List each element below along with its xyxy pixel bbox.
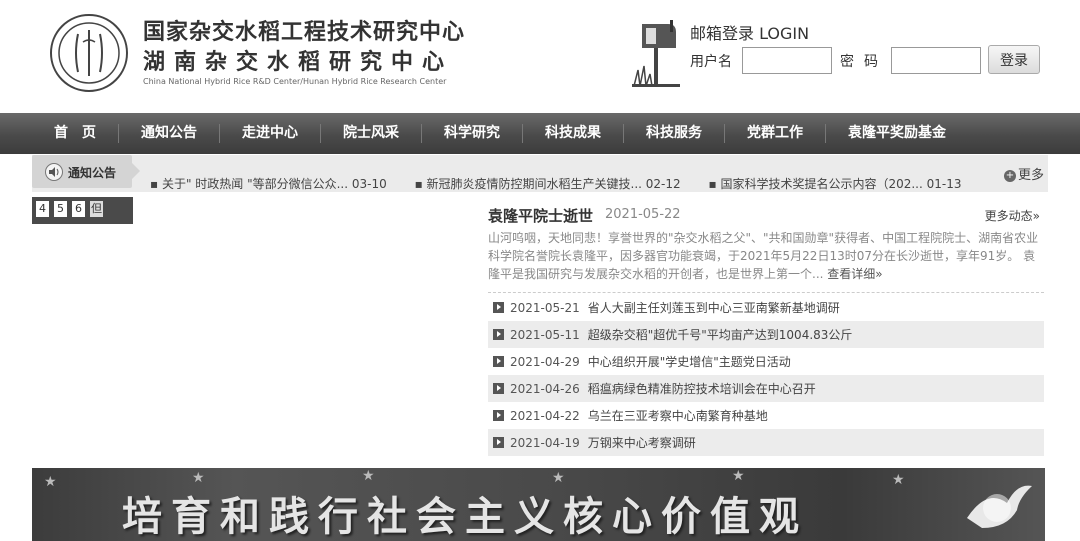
star-icon: ★ — [892, 472, 905, 488]
nav-notices[interactable]: 通知公告 — [119, 124, 220, 143]
nav-about[interactable]: 走进中心 — [220, 124, 321, 143]
more-news-link[interactable]: 更多动态» — [985, 207, 1040, 224]
play-arrow-icon — [493, 329, 504, 340]
news-row[interactable]: 2021-05-21 省人大副主任刘莲玉到中心三亚南繁新基地调研 — [488, 294, 1044, 321]
password-label: 密码 — [840, 54, 888, 70]
password-input[interactable] — [891, 47, 981, 74]
site-title-national: 国家杂交水稻工程技术研究中心 — [143, 20, 466, 45]
notice-item[interactable]: ▪ 国家科学技术奖提名公示内容（202... 01-13 — [709, 177, 974, 191]
news-title[interactable]: 乌兰在三亚考察中心南繁育种基地 — [588, 407, 768, 424]
core-values-banner[interactable]: ★ ★ ★ ★ ★ ★ 培育和践行社会主义核心价值观 — [32, 468, 1045, 541]
news-title[interactable]: 省人大副主任刘莲玉到中心三亚南繁新基地调研 — [588, 299, 840, 316]
notice-item-text[interactable]: 新冠肺炎疫情防控期间水稻生产关键技... 02-12 — [427, 177, 681, 191]
news-title[interactable]: 稻瘟病绿色精准防控技术培训会在中心召开 — [588, 380, 816, 397]
main-nav: 首 页 通知公告 走进中心 院士风采 科学研究 科技成果 科技服务 党群工作 袁… — [0, 113, 1080, 154]
star-icon: ★ — [732, 468, 745, 484]
news-date: 2021-04-19 — [510, 435, 580, 450]
notice-more-link[interactable]: + 更多 — [1003, 164, 1044, 183]
notice-item-text[interactable]: 国家科学技术奖提名公示内容（202... 01-13 — [720, 177, 961, 191]
username-input[interactable] — [742, 47, 832, 74]
notice-tab: 通知公告 — [32, 155, 132, 188]
star-icon: ★ — [362, 468, 375, 484]
news-separator — [488, 292, 1044, 293]
notice-more-label: 更多 — [1017, 168, 1044, 183]
login-button[interactable]: 登录 — [988, 45, 1040, 74]
news-title[interactable]: 超级杂交稻"超优千号"平均亩产达到1004.83公斤 — [588, 326, 853, 343]
username-label: 用户名 — [690, 54, 732, 70]
slide-page-button[interactable]: 5 — [54, 201, 67, 217]
news-date: 2021-04-29 — [510, 354, 580, 369]
dove-icon — [967, 485, 1032, 528]
nav-research[interactable]: 科学研究 — [422, 124, 523, 143]
nav-yuan-longping-fund[interactable]: 袁隆平奖励基金 — [826, 124, 968, 143]
notice-tab-arrow — [132, 163, 140, 179]
play-arrow-icon — [493, 356, 504, 367]
nav-services[interactable]: 科技服务 — [624, 124, 725, 143]
site-title-english: China National Hybrid Rice R&D Center/Hu… — [143, 77, 447, 86]
play-arrow-icon — [493, 383, 504, 394]
star-icon: ★ — [44, 474, 57, 490]
lead-news-detail-link[interactable]: 查看详细» — [827, 267, 882, 281]
news-date: 2021-05-11 — [510, 327, 580, 342]
notice-item-text[interactable]: 关于" 时政热闻 "等部分微信公众... 03-10 — [162, 177, 387, 191]
slide-page-button[interactable]: 但 — [90, 201, 103, 217]
nav-home[interactable]: 首 页 — [32, 124, 119, 143]
site-title-hunan: 湖南杂交水稻研究中心 — [143, 50, 454, 75]
lead-news-summary: 山河呜咽，天地同悲！享誉世界的"杂交水稻之父"、"共和国勋章"获得者、中国工程院… — [488, 229, 1044, 283]
notice-item[interactable]: ▪ 新冠肺炎疫情防控期间水稻生产关键技... 02-12 — [415, 177, 693, 191]
nav-achievements[interactable]: 科技成果 — [523, 124, 624, 143]
speaker-icon — [45, 163, 63, 181]
notice-bar: 通知公告 ▪ 关于" 时政热闻 "等部分微信公众... 03-10 ▪ 新冠肺炎… — [32, 155, 1048, 192]
mailbox-icon — [632, 20, 680, 87]
news-row[interactable]: 2021-05-11 超级杂交稻"超优千号"平均亩产达到1004.83公斤 — [488, 321, 1044, 348]
lead-news-date: 2021-05-22 — [605, 207, 681, 222]
news-row[interactable]: 2021-04-22 乌兰在三亚考察中心南繁育种基地 — [488, 402, 1044, 429]
news-title[interactable]: 万钢来中心考察调研 — [588, 434, 696, 451]
notice-item[interactable]: ▪ 关于" 时政热闻 "等部分微信公众... 03-10 — [150, 177, 399, 191]
play-arrow-icon — [493, 302, 504, 313]
plus-icon: + — [1003, 170, 1016, 182]
slide-page-button[interactable]: 6 — [72, 201, 85, 217]
nav-academicians[interactable]: 院士风采 — [321, 124, 422, 143]
news-row[interactable]: 2021-04-19 万钢来中心考察调研 — [488, 429, 1044, 456]
site-header: 国家杂交水稻工程技术研究中心 湖南杂交水稻研究中心 China National… — [0, 0, 1080, 113]
news-list: 2021-05-21 省人大副主任刘莲玉到中心三亚南繁新基地调研 2021-05-… — [488, 294, 1044, 456]
banner-slogan: 培育和践行社会主义核心价值观 — [122, 493, 808, 540]
notice-ticker: ▪ 关于" 时政热闻 "等部分微信公众... 03-10 ▪ 新冠肺炎疫情防控期… — [150, 175, 986, 192]
news-date: 2021-05-21 — [510, 300, 580, 315]
news-row[interactable]: 2021-04-26 稻瘟病绿色精准防控技术培训会在中心召开 — [488, 375, 1044, 402]
news-date: 2021-04-22 — [510, 408, 580, 423]
news-title[interactable]: 中心组织开展"学史增信"主题党日活动 — [588, 353, 791, 370]
lead-news-title[interactable]: 袁隆平院士逝世 — [488, 205, 593, 226]
nav-party-work[interactable]: 党群工作 — [725, 124, 826, 143]
mail-login-title: 邮箱登录 LOGIN — [690, 24, 810, 43]
center-logo[interactable] — [48, 12, 130, 94]
slide-page-button[interactable]: 4 — [36, 201, 49, 217]
play-arrow-icon — [493, 437, 504, 448]
slideshow-pager: 4 5 6 但 — [32, 197, 133, 224]
news-row[interactable]: 2021-04-29 中心组织开展"学史增信"主题党日活动 — [488, 348, 1044, 375]
notice-label: 通知公告 — [68, 166, 117, 180]
play-arrow-icon — [493, 410, 504, 421]
news-date: 2021-04-26 — [510, 381, 580, 396]
lead-news-summary-text: 山河呜咽，天地同悲！享誉世界的"杂交水稻之父"、"共和国勋章"获得者、中国工程院… — [488, 231, 1039, 281]
